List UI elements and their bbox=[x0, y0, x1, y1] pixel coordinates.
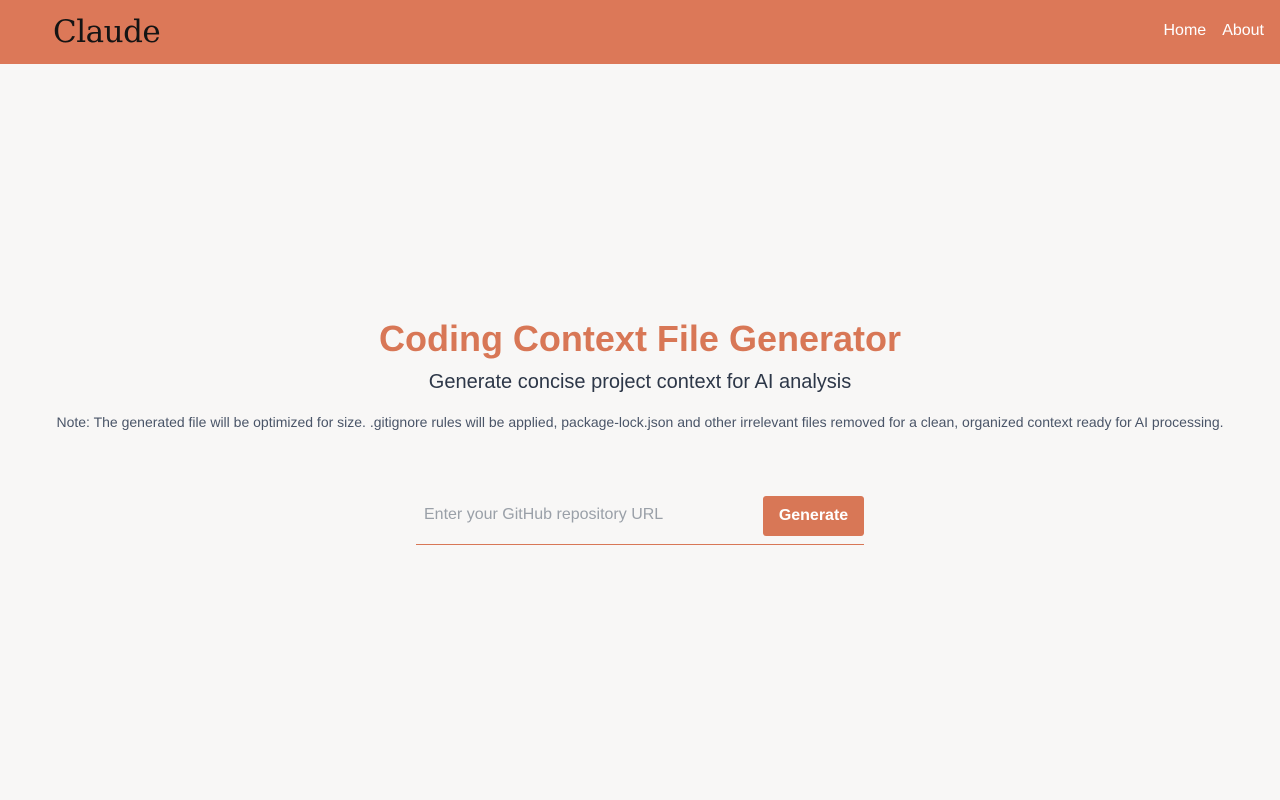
nav-about-link[interactable]: About bbox=[1222, 20, 1264, 42]
top-header: Claude Home About bbox=[0, 0, 1280, 64]
main-content: Coding Context File Generator Generate c… bbox=[0, 64, 1280, 800]
optimization-note: Note: The generated file will be optimiz… bbox=[56, 414, 1224, 430]
page-title: Coding Context File Generator bbox=[378, 318, 902, 359]
top-nav: Home About bbox=[1164, 20, 1265, 42]
repo-url-form: Generate bbox=[416, 494, 864, 545]
claude-logo[interactable]: Claude bbox=[53, 12, 161, 52]
github-url-input[interactable] bbox=[416, 494, 756, 536]
page-subtitle: Generate concise project context for AI … bbox=[428, 371, 852, 393]
generate-button[interactable]: Generate bbox=[763, 496, 864, 536]
nav-home-link[interactable]: Home bbox=[1164, 20, 1207, 42]
